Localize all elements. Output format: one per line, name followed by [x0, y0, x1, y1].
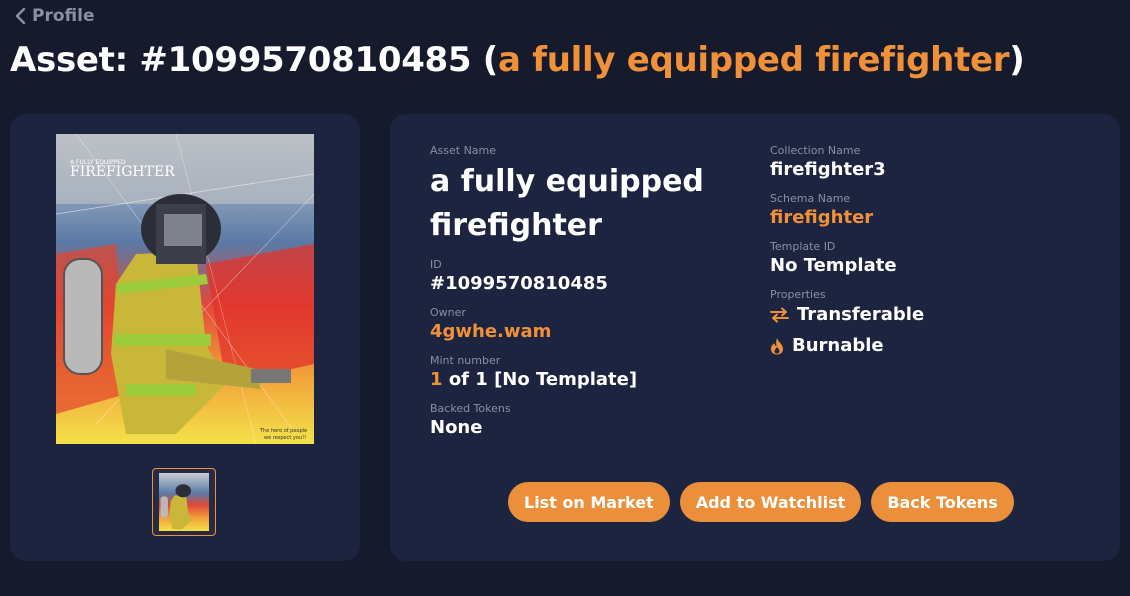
- image-thumbnail[interactable]: [152, 468, 216, 536]
- poster-title: FIREFIGHTER: [70, 164, 175, 180]
- mint-number: 1: [430, 369, 443, 390]
- asset-image[interactable]: A FULLY EQUIPPED FIREFIGHTER The hero of…: [56, 134, 314, 444]
- action-buttons: List on Market Add to Watchlist Back Tok…: [508, 482, 1014, 522]
- property-transferable-label: Transferable: [797, 304, 925, 325]
- details-left-column: Asset Name a fully equipped firefighter …: [430, 144, 750, 450]
- schema-label: Schema Name: [770, 192, 851, 205]
- backed-tokens-value: None: [430, 417, 483, 438]
- transfer-arrows-icon: [770, 307, 789, 323]
- title-asset-name: a fully equipped firefighter: [498, 40, 1010, 80]
- title-prefix: Asset: #1099570810485 (: [10, 40, 499, 80]
- collection-label: Collection Name: [770, 144, 861, 157]
- asset-details-card: Asset Name a fully equipped firefighter …: [390, 114, 1120, 561]
- flame-icon: [771, 338, 783, 355]
- id-value: #1099570810485: [430, 273, 608, 294]
- property-burnable-label: Burnable: [792, 335, 884, 356]
- title-suffix: ): [1009, 40, 1025, 80]
- collection-link[interactable]: firefighter3: [770, 158, 1090, 182]
- schema-field: Schema Name firefighter: [770, 192, 1090, 230]
- backed-tokens-field: Backed Tokens None: [430, 402, 750, 440]
- mint-supply: of 1 [No Template]: [448, 369, 638, 390]
- back-tokens-button[interactable]: Back Tokens: [871, 482, 1014, 522]
- property-transferable: Transferable: [770, 302, 1090, 328]
- media-card: A FULLY EQUIPPED FIREFIGHTER The hero of…: [10, 114, 360, 561]
- id-label: ID: [430, 258, 442, 271]
- mint-number-value: 1 of 1 [No Template]: [430, 368, 750, 392]
- chevron-left-icon: [15, 7, 26, 25]
- back-to-profile-link[interactable]: Profile: [14, 6, 94, 26]
- asset-name-field: Asset Name a fully equipped firefighter: [430, 144, 750, 248]
- owner-label: Owner: [430, 306, 466, 319]
- backed-tokens-label: Backed Tokens: [430, 402, 511, 415]
- owner-field: Owner 4gwhe.wam: [430, 306, 750, 344]
- page-title: Asset: #1099570810485 (a fully equipped …: [10, 40, 1025, 80]
- poster-caption-2: we respect you!!: [264, 435, 306, 441]
- template-field: Template ID No Template: [770, 240, 1090, 278]
- details-right-column: Collection Name firefighter3 Schema Name…: [770, 144, 1090, 369]
- poster-caption-1: The hero of people: [259, 428, 307, 434]
- list-on-market-button[interactable]: List on Market: [508, 482, 670, 522]
- schema-link[interactable]: firefighter: [770, 206, 1090, 230]
- template-label: Template ID: [770, 240, 836, 253]
- owner-link[interactable]: 4gwhe.wam: [430, 320, 750, 344]
- property-burnable: Burnable: [770, 333, 1090, 359]
- id-field: ID #1099570810485: [430, 258, 750, 296]
- properties-field: Properties Transferable Burnable: [770, 288, 1090, 359]
- back-label: Profile: [32, 6, 95, 26]
- mint-number-label: Mint number: [430, 354, 501, 367]
- template-value: No Template: [770, 255, 897, 276]
- properties-label: Properties: [770, 288, 826, 301]
- mint-number-field: Mint number 1 of 1 [No Template]: [430, 354, 750, 392]
- collection-field: Collection Name firefighter3: [770, 144, 1090, 182]
- asset-name-label: Asset Name: [430, 144, 497, 157]
- asset-name-value: a fully equipped firefighter: [430, 164, 704, 243]
- add-to-watchlist-button[interactable]: Add to Watchlist: [679, 482, 862, 522]
